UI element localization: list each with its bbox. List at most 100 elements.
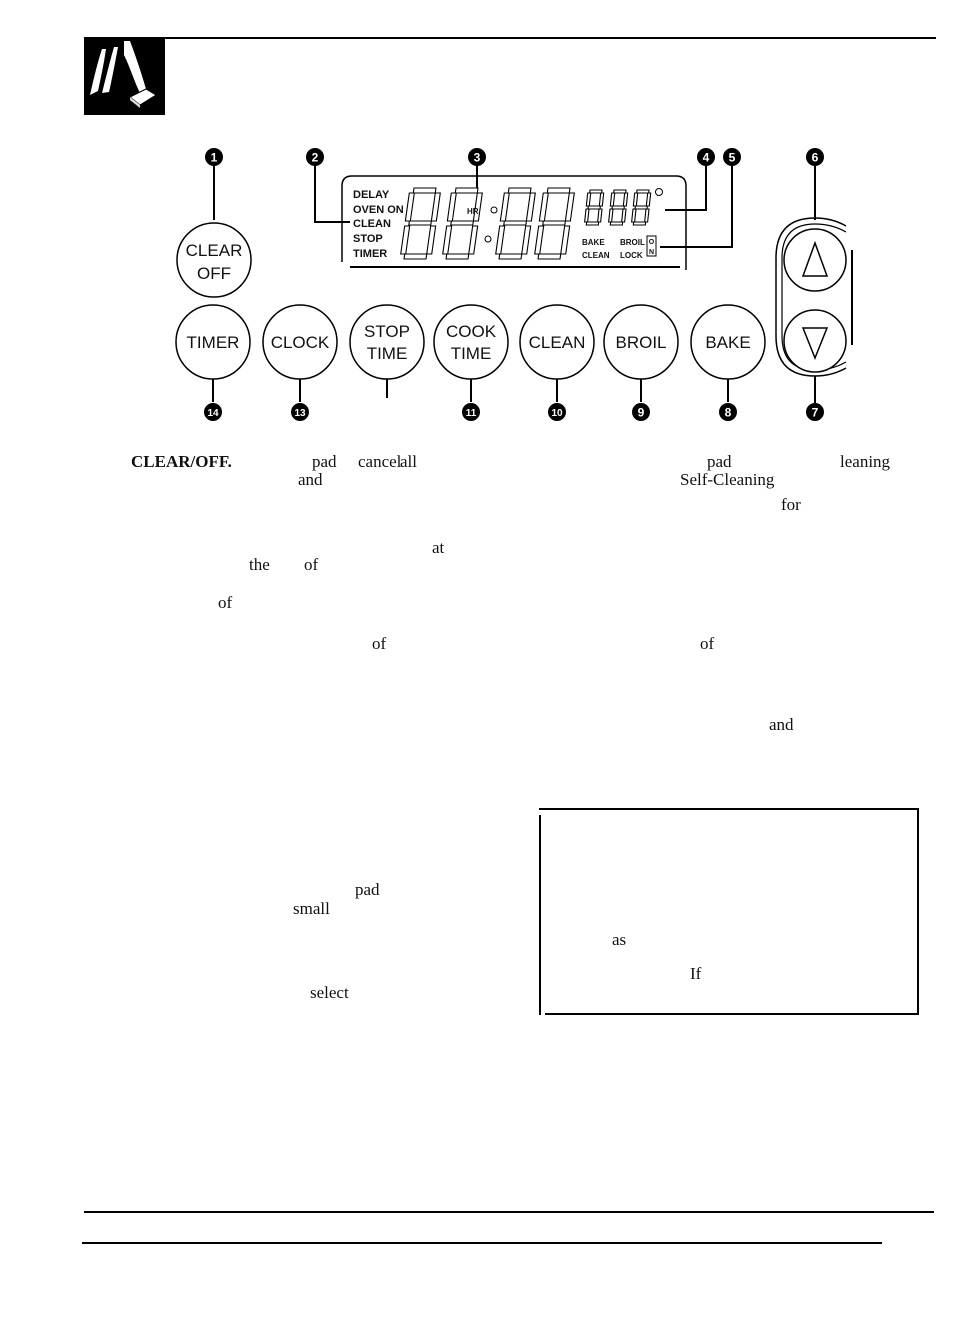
svg-text:BROIL: BROIL xyxy=(615,333,666,352)
clear-off-pad[interactable]: CLEAR OFF xyxy=(176,222,252,298)
svg-text:BAKE: BAKE xyxy=(705,333,750,352)
callout-5: 5 xyxy=(723,148,741,166)
text-fragment: cancel xyxy=(358,452,402,471)
mode-words: BAKE CLEAN BROIL LOCK xyxy=(582,238,645,260)
svg-text:2: 2 xyxy=(312,151,319,165)
svg-text:5: 5 xyxy=(729,151,736,165)
digit-2 xyxy=(442,187,483,260)
svg-text:14: 14 xyxy=(207,408,219,419)
svg-text:OVEN ON: OVEN ON xyxy=(353,204,404,216)
svg-text:4: 4 xyxy=(703,151,710,165)
svg-text:8: 8 xyxy=(725,406,732,420)
degree-dot xyxy=(655,188,663,196)
svg-text:BAKE: BAKE xyxy=(582,238,605,247)
broil-pad[interactable]: BROIL xyxy=(603,304,679,380)
svg-text:CLEAN: CLEAN xyxy=(529,333,586,352)
callout-3: 3 xyxy=(468,148,486,166)
callout-11: 11 xyxy=(462,403,480,421)
on-indicator: O N xyxy=(646,235,657,257)
svg-text:O: O xyxy=(649,239,655,246)
svg-text:LOCK: LOCK xyxy=(620,251,643,260)
temp-digit-2 xyxy=(608,189,629,226)
digit-1 xyxy=(400,187,441,260)
text-fragment: leaning xyxy=(840,452,891,471)
svg-text:TIMER: TIMER xyxy=(187,333,240,352)
svg-text:BROIL: BROIL xyxy=(620,238,645,247)
text-fragment: for xyxy=(781,495,801,514)
svg-text:CLEAR: CLEAR xyxy=(186,241,243,260)
text-fragment: select xyxy=(310,983,349,1002)
svg-text:10: 10 xyxy=(551,408,563,419)
svg-text:N: N xyxy=(649,249,654,256)
clock-pad[interactable]: CLOCK xyxy=(262,304,338,380)
colon-dot-bottom xyxy=(484,235,492,243)
text-fragment: of xyxy=(700,634,715,653)
text-fragment: pad xyxy=(707,452,732,471)
text-fragment: and xyxy=(298,470,323,489)
text-fragment: of xyxy=(372,634,387,653)
note-box-top-border xyxy=(539,808,919,810)
time-digits xyxy=(400,187,652,260)
svg-text:OFF: OFF xyxy=(197,264,231,283)
callout-6: 6 xyxy=(806,148,824,166)
svg-text:COOK: COOK xyxy=(446,322,497,341)
temp-digit-1 xyxy=(584,189,605,226)
callout-10: 10 xyxy=(548,403,566,421)
status-words: DELAY OVEN ON CLEAN STOP TIMER xyxy=(353,189,404,260)
down-arrow-pad[interactable] xyxy=(783,309,847,373)
svg-text:3: 3 xyxy=(474,151,481,165)
note-box-right-border xyxy=(917,810,919,1014)
up-arrow-pad[interactable] xyxy=(783,228,847,292)
digit-3 xyxy=(495,187,536,260)
text-fragment: pad xyxy=(355,880,380,899)
note-box-left-border xyxy=(539,815,541,1015)
callout-14: 14 xyxy=(204,403,222,421)
text-fragment: small xyxy=(293,899,330,918)
note-box-bottom-border xyxy=(545,1013,919,1015)
callout-8: 8 xyxy=(719,403,737,421)
svg-text:CLOCK: CLOCK xyxy=(271,333,330,352)
text-fragment: pad xyxy=(312,452,337,471)
digit-4 xyxy=(534,187,575,260)
callout-9: 9 xyxy=(632,403,650,421)
svg-text:STOP: STOP xyxy=(364,322,410,341)
callout-4: 4 xyxy=(697,148,715,166)
callout-13: 13 xyxy=(291,403,309,421)
stop-time-pad[interactable]: STOP TIME xyxy=(349,304,425,380)
svg-text:STOP: STOP xyxy=(353,233,383,245)
svg-text:TIME: TIME xyxy=(367,344,408,363)
svg-text:TIME: TIME xyxy=(451,344,492,363)
temp-digit-3 xyxy=(631,189,652,226)
lcd-display: DELAY OVEN ON CLEAN STOP TIMER HR BAKE C… xyxy=(341,175,687,270)
text-fragment: the xyxy=(249,555,270,574)
callout-1: 1 xyxy=(205,148,223,166)
text-fragment: of xyxy=(304,555,319,574)
svg-text:13: 13 xyxy=(294,408,306,419)
svg-text:CLEAN: CLEAN xyxy=(582,251,610,260)
text-fragment: of xyxy=(218,593,233,612)
svg-text:7: 7 xyxy=(812,406,819,420)
callout-2: 2 xyxy=(306,148,324,166)
footer-rule-top xyxy=(84,1211,934,1213)
bake-pad[interactable]: BAKE xyxy=(690,304,766,380)
svg-text:DELAY: DELAY xyxy=(353,189,390,201)
text-fragment: If xyxy=(690,964,702,983)
svg-text:11: 11 xyxy=(466,408,477,419)
svg-text:9: 9 xyxy=(638,406,645,420)
footer-rule-bottom xyxy=(82,1242,882,1244)
text-fragment: Self-Cleaning xyxy=(680,470,775,489)
clear-off-heading: CLEAR/OFF. xyxy=(131,452,232,471)
cook-time-pad[interactable]: COOK TIME xyxy=(433,304,509,380)
svg-text:6: 6 xyxy=(812,151,819,165)
svg-text:CLEAN: CLEAN xyxy=(353,218,391,230)
svg-text:TIMER: TIMER xyxy=(353,248,387,260)
header-rule xyxy=(84,37,936,39)
text-fragment: at xyxy=(432,538,445,557)
text-fragment: as xyxy=(612,930,627,949)
text-fragment: and xyxy=(769,715,794,734)
callout-7: 7 xyxy=(806,403,824,421)
svg-text:1: 1 xyxy=(211,151,218,165)
clean-pad[interactable]: CLEAN xyxy=(519,304,595,380)
timer-pad[interactable]: TIMER xyxy=(175,304,251,380)
hand-pressing-pad-icon xyxy=(84,37,165,115)
